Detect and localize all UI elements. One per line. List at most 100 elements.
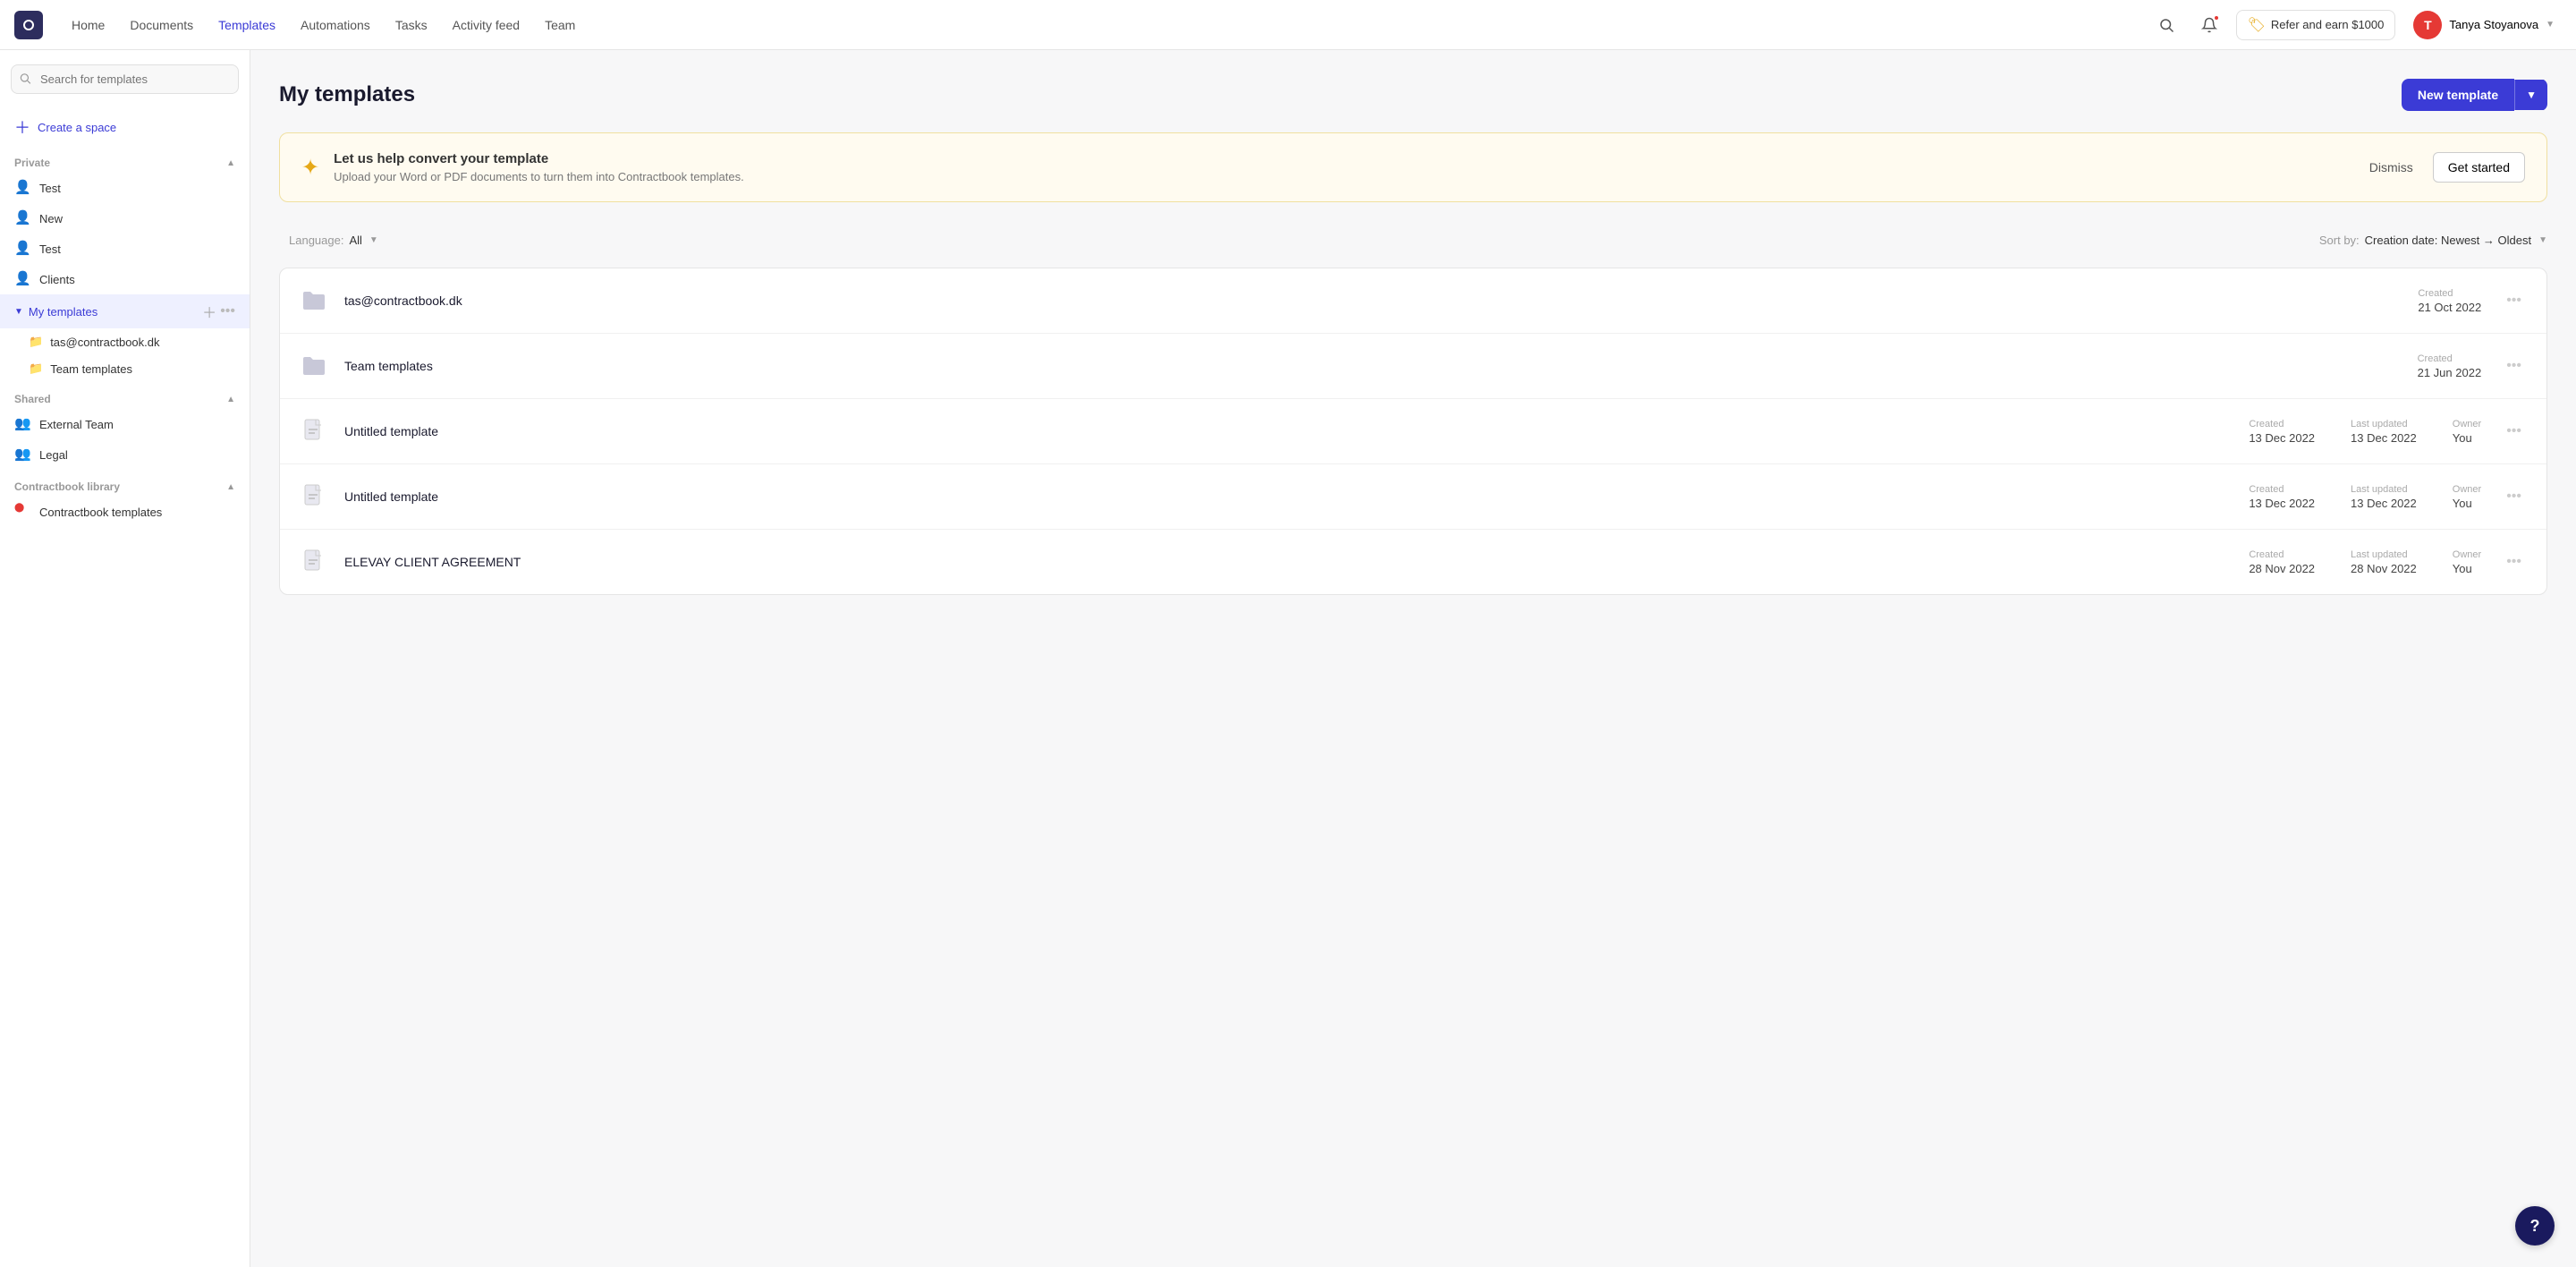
person-icon: 👤 xyxy=(14,240,32,258)
template-name: tas@contractbook.dk xyxy=(344,293,2418,308)
sidebar-folder-tas[interactable]: 📁 tas@contractbook.dk ••• xyxy=(0,328,250,355)
folder-icon xyxy=(298,285,330,317)
sidebar-folder-team-templates[interactable]: 📁 Team templates ••• xyxy=(0,355,250,382)
sidebar-item-clients[interactable]: 👤 Clients ••• xyxy=(0,264,250,294)
language-filter[interactable]: Language: All ▼ xyxy=(279,227,388,253)
sidebar-item-label: External Team xyxy=(39,418,220,431)
nav-templates[interactable]: Templates xyxy=(208,13,286,38)
chevron-down-icon: ▼ xyxy=(369,235,378,245)
group-icon: 👥 xyxy=(14,415,32,433)
banner-subtitle: Upload your Word or PDF documents to tur… xyxy=(334,170,2344,183)
more-options-icon[interactable]: ••• xyxy=(220,303,235,319)
template-row[interactable]: ELEVAY CLIENT AGREEMENT Created 28 Nov 2… xyxy=(280,530,2546,594)
sidebar-item-test1[interactable]: 👤 Test ••• xyxy=(0,173,250,203)
template-meta: Created 13 Dec 2022 Last updated 13 Dec … xyxy=(2249,484,2481,510)
template-row[interactable]: Untitled template Created 13 Dec 2022 La… xyxy=(280,399,2546,464)
template-list: tas@contractbook.dk Created 21 Oct 2022 … xyxy=(279,268,2547,595)
more-options-button[interactable]: ••• xyxy=(2499,485,2529,508)
language-value: All xyxy=(349,234,361,247)
person-icon: 👤 xyxy=(14,209,32,227)
sidebar-item-label: Test xyxy=(39,242,220,256)
sidebar-item-label: Test xyxy=(39,182,220,195)
template-row[interactable]: Untitled template Created 13 Dec 2022 La… xyxy=(280,464,2546,530)
template-name: Untitled template xyxy=(344,424,2249,438)
new-template-main-button[interactable]: New template xyxy=(2402,79,2514,111)
sidebar-item-label: Contractbook templates xyxy=(39,506,235,519)
template-updated: Last updated 13 Dec 2022 xyxy=(2351,419,2417,445)
template-owner: Owner You xyxy=(2453,419,2481,445)
shared-chevron-icon[interactable]: ▲ xyxy=(226,395,235,404)
template-row[interactable]: tas@contractbook.dk Created 21 Oct 2022 … xyxy=(280,268,2546,334)
sidebar-item-legal[interactable]: 👥 Legal ••• xyxy=(0,439,250,470)
tag-icon: 🏷 xyxy=(2248,16,2266,34)
page-title: My templates xyxy=(279,82,415,107)
add-icon[interactable]: ＋ xyxy=(202,301,216,322)
layout: ＋ Create a space Private ▲ 👤 Test ••• 👤 … xyxy=(0,50,2576,1267)
template-row[interactable]: Team templates Created 21 Jun 2022 ••• xyxy=(280,334,2546,399)
page-header: My templates New template ▼ xyxy=(279,79,2547,111)
template-owner: Owner You xyxy=(2453,484,2481,510)
refer-label: Refer and earn $1000 xyxy=(2271,18,2384,31)
sidebar-folder-label: tas@contractbook.dk xyxy=(50,336,220,349)
sidebar-item-external-team[interactable]: 👥 External Team ••• xyxy=(0,409,250,439)
person-icon: 👤 xyxy=(14,179,32,197)
sidebar-item-my-templates[interactable]: ▼ My templates ＋ ••• xyxy=(0,294,250,328)
template-meta: Created 28 Nov 2022 Last updated 28 Nov … xyxy=(2249,549,2481,575)
sparkles-icon: ✦ xyxy=(301,155,319,181)
file-icon xyxy=(298,480,330,513)
plus-icon: ＋ xyxy=(14,115,30,139)
nav-tasks[interactable]: Tasks xyxy=(385,13,438,38)
template-name: Untitled template xyxy=(344,489,2249,504)
template-created: Created 21 Oct 2022 xyxy=(2418,288,2481,314)
sidebar-item-contractbook-templates[interactable]: ⬤ Contractbook templates xyxy=(0,497,250,527)
topnav: Home Documents Templates Automations Tas… xyxy=(0,0,2576,50)
template-meta: Created 21 Jun 2022 xyxy=(2418,353,2482,379)
sidebar-item-label: Legal xyxy=(39,448,220,462)
nav-team[interactable]: Team xyxy=(534,13,586,38)
banner-content: Let us help convert your template Upload… xyxy=(334,151,2344,183)
private-section-label: Private ▲ xyxy=(0,153,250,173)
notifications-button[interactable] xyxy=(2193,9,2225,41)
filters-row: Language: All ▼ Sort by: Creation date: … xyxy=(279,227,2547,253)
more-options-button[interactable]: ••• xyxy=(2499,354,2529,378)
dismiss-button[interactable]: Dismiss xyxy=(2359,153,2424,182)
logo[interactable] xyxy=(14,11,43,39)
search-input[interactable] xyxy=(11,64,239,94)
template-name: Team templates xyxy=(344,359,2418,373)
sort-filter[interactable]: Sort by: Creation date: Newest → Oldest … xyxy=(2319,234,2547,247)
more-options-button[interactable]: ••• xyxy=(2499,420,2529,443)
sidebar-item-label: New xyxy=(39,212,220,225)
more-options-button[interactable]: ••• xyxy=(2499,550,2529,574)
create-space-button[interactable]: ＋ Create a space xyxy=(0,108,250,146)
template-created: Created 13 Dec 2022 xyxy=(2249,419,2315,445)
create-space-label: Create a space xyxy=(38,121,116,134)
notification-dot xyxy=(2213,14,2220,21)
template-updated: Last updated 28 Nov 2022 xyxy=(2351,549,2417,575)
person-icon: 👤 xyxy=(14,270,32,288)
more-options-button[interactable]: ••• xyxy=(2499,289,2529,312)
help-button[interactable]: ? xyxy=(2515,1206,2555,1246)
private-chevron-icon[interactable]: ▲ xyxy=(226,158,235,168)
new-template-dropdown-button[interactable]: ▼ xyxy=(2514,80,2547,110)
sidebar-item-test2[interactable]: 👤 Test ••• xyxy=(0,234,250,264)
main-content: My templates New template ▼ ✦ Let us hel… xyxy=(250,50,2576,1267)
nav-activity-feed[interactable]: Activity feed xyxy=(442,13,530,38)
banner-title: Let us help convert your template xyxy=(334,151,2344,166)
user-menu-button[interactable]: T Tanya Stoyanova ▼ xyxy=(2406,7,2562,43)
new-template-button[interactable]: New template ▼ xyxy=(2402,79,2547,111)
library-section-label: Contractbook library ▲ xyxy=(0,477,250,497)
library-chevron-icon[interactable]: ▲ xyxy=(226,482,235,492)
nav-home[interactable]: Home xyxy=(61,13,115,38)
folder-icon xyxy=(298,350,330,382)
template-meta: Created 13 Dec 2022 Last updated 13 Dec … xyxy=(2249,419,2481,445)
nav-automations[interactable]: Automations xyxy=(290,13,381,38)
topnav-right: 🏷 Refer and earn $1000 T Tanya Stoyanova… xyxy=(2150,7,2562,43)
get-started-button[interactable]: Get started xyxy=(2433,152,2525,183)
banner-actions: Dismiss Get started xyxy=(2359,152,2525,183)
refer-button[interactable]: 🏷 Refer and earn $1000 xyxy=(2236,10,2396,40)
shared-section-label: Shared ▲ xyxy=(0,389,250,409)
nav-documents[interactable]: Documents xyxy=(119,13,204,38)
sidebar-item-new[interactable]: 👤 New ••• xyxy=(0,203,250,234)
template-meta: Created 21 Oct 2022 xyxy=(2418,288,2481,314)
search-button[interactable] xyxy=(2150,9,2182,41)
